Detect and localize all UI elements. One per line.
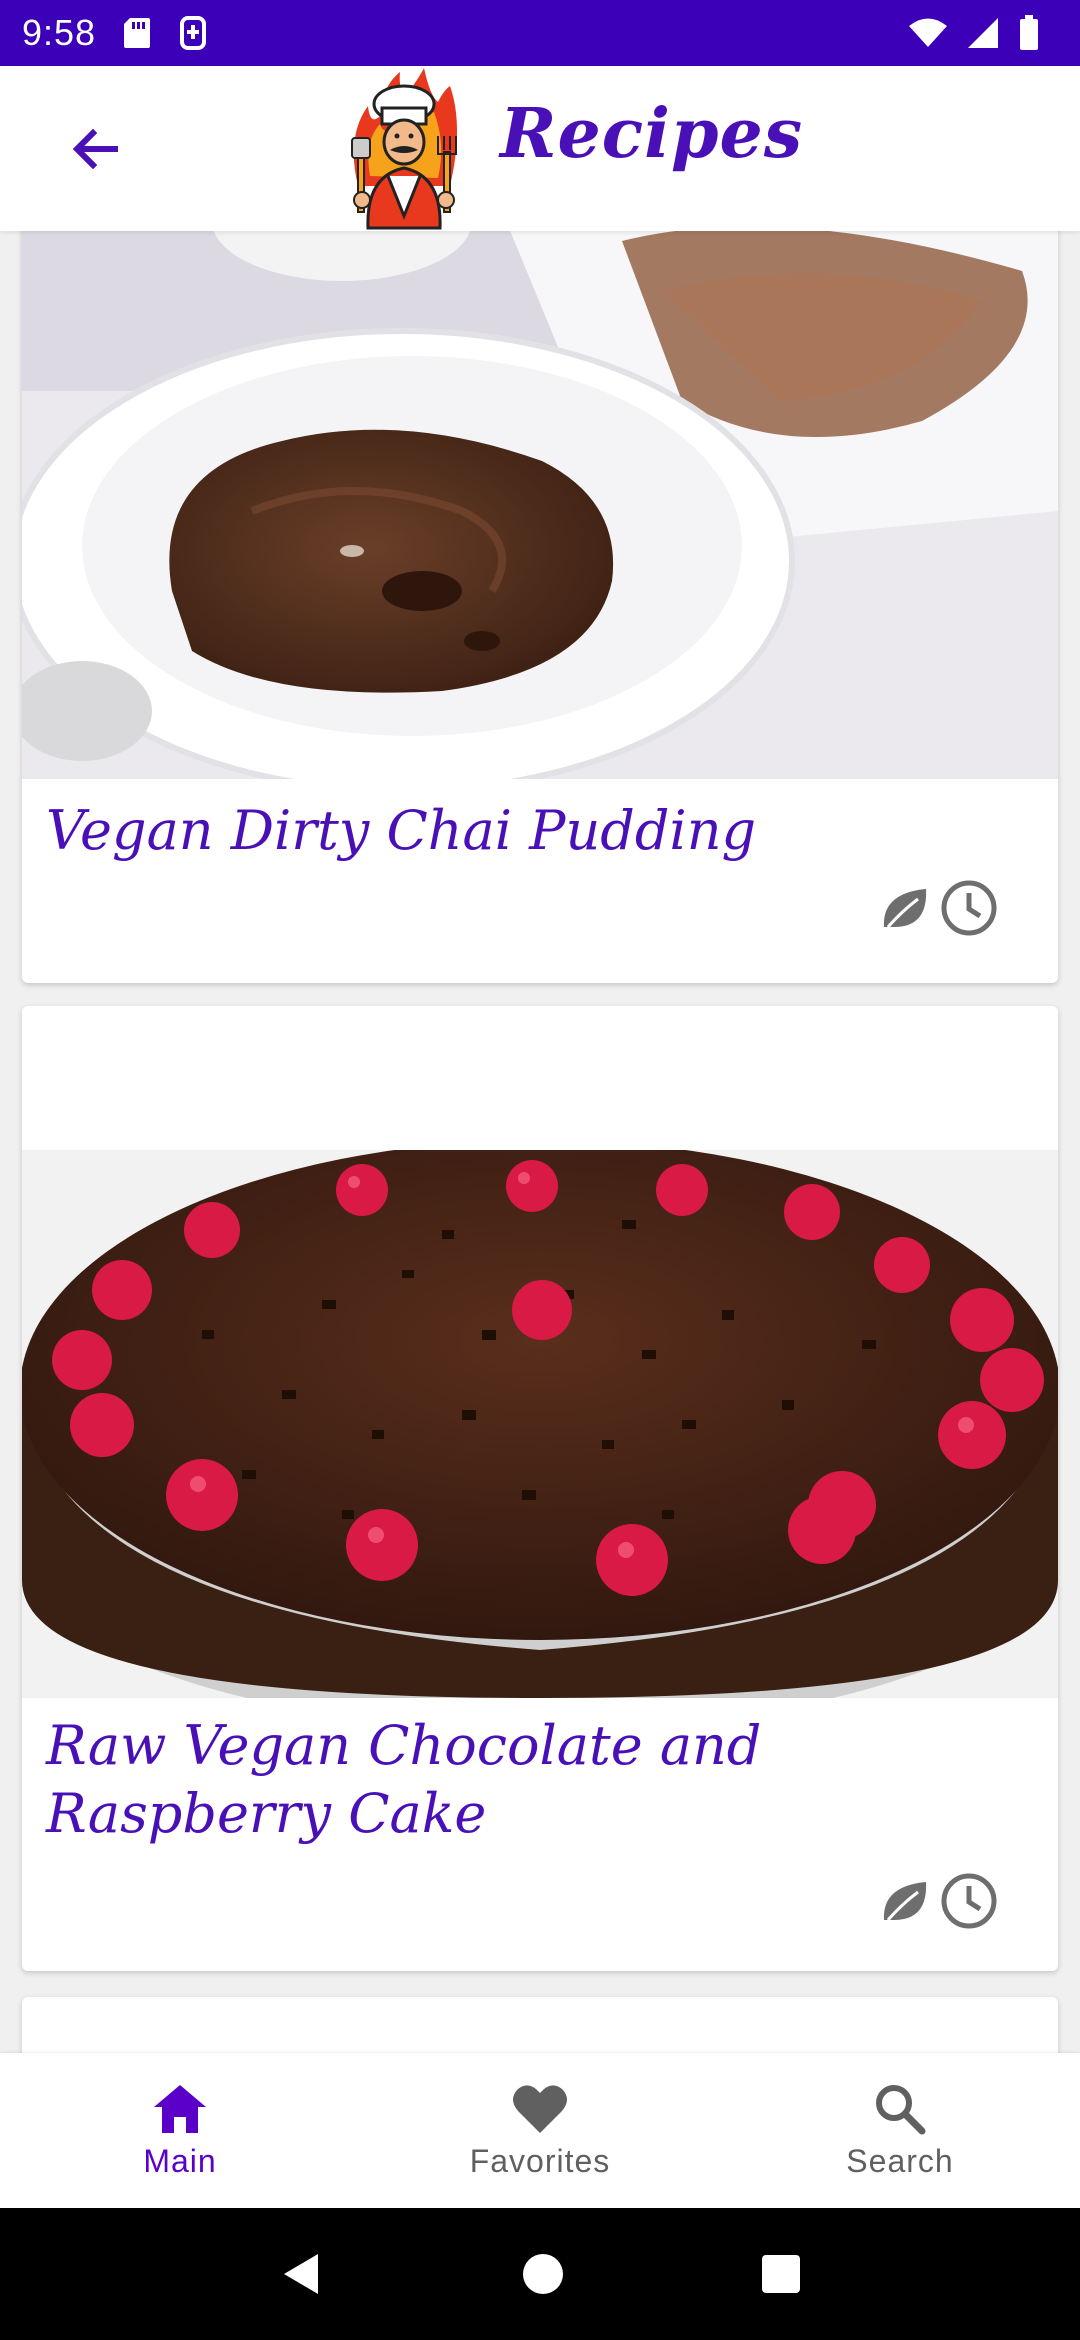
chef-logo-icon — [351, 68, 457, 230]
system-recents-icon[interactable] — [760, 2253, 802, 2295]
status-time: 9:58 — [22, 12, 97, 53]
system-home-icon[interactable] — [521, 2252, 565, 2296]
clock-icon — [941, 1873, 997, 1929]
app-bar: Recipes — [0, 66, 1080, 231]
recipe-card[interactable]: Vegan Dirty Chai Pudding — [22, 231, 1058, 983]
nav-label-main: Main — [143, 2143, 217, 2179]
status-bar: 9:58 — [0, 0, 1080, 66]
nav-label-favorites: Favorites — [469, 2143, 611, 2179]
back-button[interactable] — [60, 114, 130, 184]
recipe-title: Vegan Dirty Chai Pudding — [46, 799, 757, 862]
nav-label-search: Search — [846, 2143, 954, 2179]
arrow-back-icon — [72, 128, 118, 170]
sd-card-icon — [124, 18, 151, 48]
clock-icon — [941, 880, 997, 936]
search-icon — [876, 2085, 926, 2135]
recipe-card[interactable] — [22, 1997, 1058, 2053]
system-navigation-bar — [0, 2208, 1080, 2340]
home-icon — [154, 2085, 206, 2133]
recipe-icons — [880, 879, 998, 937]
screen: 9:58 Recipes Vegan Dirty Chai Pudding Ra… — [0, 0, 1080, 2340]
nav-item-main[interactable]: Main — [30, 2053, 330, 2208]
bottom-navigation: Main Favorites Search — [0, 2053, 1080, 2208]
recipe-icons — [880, 1872, 998, 1930]
battery-icon — [1020, 15, 1038, 50]
recipe-image — [22, 231, 1058, 779]
recipe-title: Raw Vegan Chocolate and Raspberry Cake — [46, 1714, 762, 1845]
recipe-image — [22, 1150, 1058, 1698]
recipe-card[interactable]: Raw Vegan Chocolate and Raspberry Cake — [22, 1006, 1058, 1971]
wifi-icon — [909, 18, 947, 47]
app-notification-icon — [180, 16, 207, 50]
vegan-leaf-icon — [883, 1882, 927, 1921]
recipe-list[interactable]: Vegan Dirty Chai Pudding Raw Vegan Choco… — [0, 231, 1080, 2053]
vegan-leaf-icon — [883, 889, 927, 928]
system-back-icon[interactable] — [278, 2250, 326, 2298]
app-title: Recipes — [500, 94, 804, 174]
heart-icon — [513, 2085, 567, 2133]
nav-item-favorites[interactable]: Favorites — [390, 2053, 690, 2208]
nav-item-search[interactable]: Search — [750, 2053, 1050, 2208]
cell-signal-icon — [968, 18, 998, 48]
